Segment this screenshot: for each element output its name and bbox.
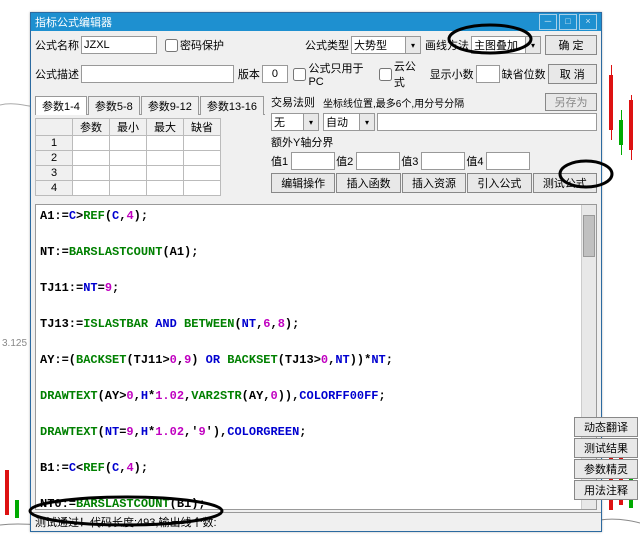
- import-formula-button[interactable]: 引入公式: [467, 173, 531, 193]
- code-editor[interactable]: A1:=C>REF(C,4); NT:=BARSLASTCOUNT(A1); T…: [35, 204, 597, 510]
- code-line: NT0:=BARSLASTCOUNT(B1);: [40, 495, 592, 510]
- insert-res-button[interactable]: 插入资源: [402, 173, 466, 193]
- code-line: AY:=(BACKSET(TJ11>0,9) OR BACKSET(TJ13>0…: [40, 351, 592, 369]
- close-button[interactable]: ×: [579, 14, 597, 30]
- tab-params-5-8[interactable]: 参数5-8: [88, 96, 140, 115]
- code-line: DRAWTEXT(AY>0,H*1.02,VAR2STR(AY,0)),COLO…: [40, 387, 592, 405]
- version-label: 版本: [238, 66, 260, 82]
- scrollbar-thumb[interactable]: [583, 215, 595, 257]
- defdec-label: 缺省位数: [502, 66, 546, 82]
- val1-input[interactable]: [291, 152, 335, 170]
- chevron-down-icon: ▾: [359, 114, 374, 130]
- saveas-button[interactable]: 另存为: [545, 93, 597, 111]
- code-line: TJ11:=NT=9;: [40, 279, 592, 297]
- val2-input[interactable]: [356, 152, 400, 170]
- side-button-column: 动态翻译 测试结果 参数精灵 用法注释: [574, 417, 638, 500]
- maximize-button[interactable]: □: [559, 14, 577, 30]
- version-input[interactable]: [262, 65, 288, 83]
- code-line: DRAWTEXT(NT=9,H*1.02,'9'),COLORGREEN;: [40, 423, 592, 441]
- chevron-down-icon: ▾: [525, 37, 540, 53]
- insert-func-button[interactable]: 插入函数: [336, 173, 400, 193]
- ok-button[interactable]: 确 定: [545, 35, 597, 55]
- rule-label: 交易法则: [271, 94, 315, 110]
- code-line: TJ13:=ISLASTBAR AND BETWEEN(NT,6,8);: [40, 315, 592, 333]
- titlebar: 指标公式编辑器 ─ □ ×: [31, 13, 601, 31]
- window-title: 指标公式编辑器: [35, 14, 537, 30]
- axis-values-input[interactable]: [377, 113, 597, 131]
- pconly-checkbox[interactable]: 公式只用于PC: [293, 60, 372, 88]
- tab-params-13-16[interactable]: 参数13-16: [200, 96, 264, 115]
- code-line: A1:=C>REF(C,4);: [40, 207, 592, 225]
- name-input[interactable]: [81, 36, 157, 54]
- param-wizard-button[interactable]: 参数精灵: [574, 459, 638, 479]
- desc-label: 公式描述: [35, 66, 79, 82]
- axis-note: 坐标线位置,最多6个,用分号分隔: [323, 95, 464, 110]
- formula-editor-window: 指标公式编辑器 ─ □ × 公式名称 密码保护 公式类型 大势型▾ 画线方法 主…: [30, 12, 602, 532]
- edit-ops-button[interactable]: 编辑操作: [271, 173, 335, 193]
- bg-price-label: 3.125: [2, 338, 27, 349]
- tab-params-1-4[interactable]: 参数1-4: [35, 96, 87, 115]
- rule-select[interactable]: 无▾: [271, 113, 319, 131]
- chevron-down-icon: ▾: [405, 37, 420, 53]
- param-grid[interactable]: 参数最小最大缺省 1 2 3 4: [35, 118, 265, 196]
- status-bar: 测试通过！代码长度:493,输出线个数:: [31, 512, 601, 531]
- val4-input[interactable]: [486, 152, 530, 170]
- tab-params-9-12[interactable]: 参数9-12: [141, 96, 199, 115]
- val3-input[interactable]: [421, 152, 465, 170]
- axis-select[interactable]: 自动▾: [323, 113, 375, 131]
- drawmode-select[interactable]: 主图叠加▾: [471, 36, 541, 54]
- minimize-button[interactable]: ─: [539, 14, 557, 30]
- dec-input[interactable]: [476, 65, 500, 83]
- form-area: 公式名称 密码保护 公式类型 大势型▾ 画线方法 主图叠加▾ 确 定 公式描述 …: [31, 31, 601, 202]
- code-line: B1:=C<REF(C,4);: [40, 459, 592, 477]
- name-label: 公式名称: [35, 37, 79, 53]
- dec-label: 显示小数: [430, 66, 474, 82]
- password-checkbox[interactable]: 密码保护: [165, 37, 224, 53]
- code-line: NT:=BARSLASTCOUNT(A1);: [40, 243, 592, 261]
- dynamic-translate-button[interactable]: 动态翻译: [574, 417, 638, 437]
- type-label: 公式类型: [305, 37, 349, 53]
- chevron-down-icon: ▾: [303, 114, 318, 130]
- usage-note-button[interactable]: 用法注释: [574, 480, 638, 500]
- desc-input[interactable]: [81, 65, 234, 83]
- test-result-button[interactable]: 测试结果: [574, 438, 638, 458]
- extray-label: 额外Y轴分界: [271, 134, 595, 150]
- cancel-button[interactable]: 取 消: [548, 64, 597, 84]
- param-tabs: 参数1-4 参数5-8 参数9-12 参数13-16: [35, 95, 265, 115]
- type-select[interactable]: 大势型▾: [351, 36, 421, 54]
- cloud-checkbox[interactable]: 云公式: [379, 58, 424, 90]
- test-formula-button[interactable]: 测试公式: [533, 173, 597, 193]
- drawmode-label: 画线方法: [425, 37, 469, 53]
